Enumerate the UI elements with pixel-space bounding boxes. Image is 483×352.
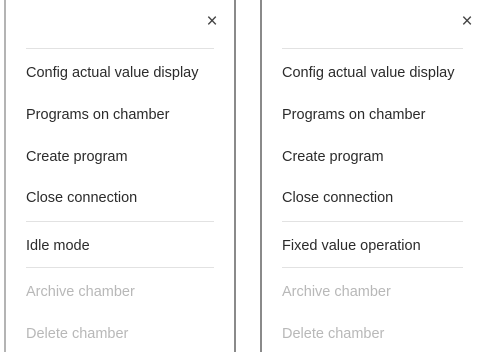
menu-item-delete-chamber: Delete chamber [26,326,129,342]
menu-item-config-actual-value-display[interactable]: Config actual value display [282,65,455,81]
menu-item-programs-on-chamber[interactable]: Programs on chamber [282,107,425,123]
menu-divider [282,221,463,222]
menu-divider [282,267,463,268]
menu-item-config-actual-value-display[interactable]: Config actual value display [26,65,199,81]
menu-divider [26,48,214,49]
context-menu-left: × Config actual value display Programs o… [4,0,236,352]
menu-item-close-connection[interactable]: Close connection [282,190,393,206]
menu-item-create-program[interactable]: Create program [282,149,384,165]
menu-divider [282,48,463,49]
menu-item-delete-chamber: Delete chamber [282,326,385,342]
menu-divider [26,267,214,268]
menu-divider [26,221,214,222]
close-icon[interactable]: × [204,12,220,31]
menu-item-idle-mode[interactable]: Idle mode [26,238,90,254]
menu-item-programs-on-chamber[interactable]: Programs on chamber [26,107,169,123]
menu-item-create-program[interactable]: Create program [26,149,128,165]
menu-item-close-connection[interactable]: Close connection [26,190,137,206]
context-menu-right: × Config actual value display Programs o… [260,0,483,352]
menu-item-archive-chamber: Archive chamber [282,284,391,300]
menu-item-fixed-value-operation[interactable]: Fixed value operation [282,238,421,254]
close-icon[interactable]: × [459,12,475,31]
menu-item-archive-chamber: Archive chamber [26,284,135,300]
